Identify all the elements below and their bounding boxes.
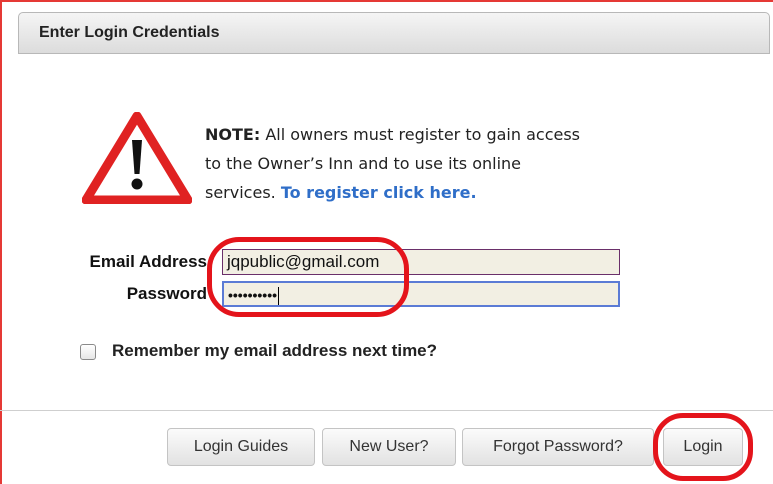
email-label: Email Address <box>89 252 207 271</box>
panel-header: Enter Login Credentials <box>18 12 770 54</box>
left-border <box>0 0 2 484</box>
footer-divider <box>0 410 773 411</box>
forgot-password-button[interactable]: Forgot Password? <box>462 428 654 466</box>
note-label: NOTE: <box>205 125 261 144</box>
remember-label[interactable]: Remember my email address next time? <box>112 341 437 361</box>
password-field[interactable]: •••••••••• <box>222 281 620 307</box>
registration-note: NOTE: All owners must register to gain a… <box>205 120 595 207</box>
email-value: jqpublic@gmail.com <box>227 252 380 271</box>
password-value: •••••••••• <box>228 287 278 303</box>
remember-checkbox[interactable] <box>80 344 96 360</box>
panel-title: Enter Login Credentials <box>39 24 220 41</box>
new-user-button[interactable]: New User? <box>322 428 456 466</box>
login-panel: Enter Login Credentials NOTE: All owners… <box>0 0 773 484</box>
register-link[interactable]: To register click here. <box>281 183 477 202</box>
password-label: Password <box>126 284 207 303</box>
top-border <box>0 0 773 2</box>
login-button[interactable]: Login <box>663 428 743 466</box>
warning-triangle-icon <box>82 112 192 204</box>
email-field[interactable]: jqpublic@gmail.com <box>222 249 620 275</box>
text-caret <box>278 286 280 305</box>
login-guides-button[interactable]: Login Guides <box>167 428 315 466</box>
